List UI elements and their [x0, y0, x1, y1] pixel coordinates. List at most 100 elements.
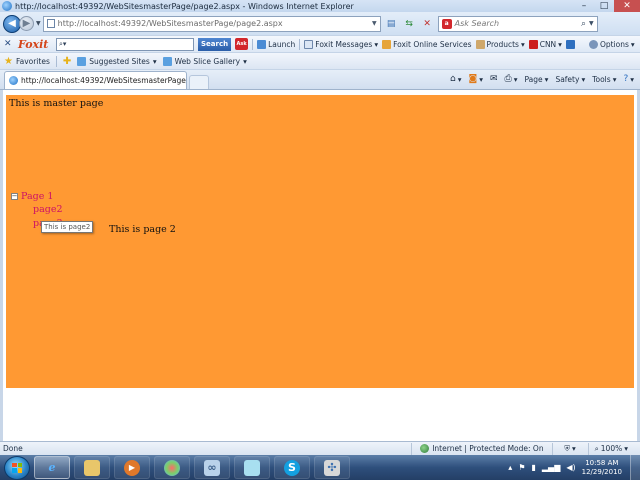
windows-logo-icon — [12, 462, 22, 473]
maximize-button[interactable]: □ — [594, 0, 614, 12]
printer-icon: ⎙ — [504, 74, 512, 84]
web-slice-gallery-link[interactable]: Web Slice Gallery ▾ — [162, 56, 247, 66]
minimize-button[interactable]: – — [574, 0, 594, 12]
tab-page2[interactable]: http://localhost:49392/WebSitesmasterPag… — [4, 71, 187, 89]
battery-icon[interactable]: ▮ — [531, 463, 535, 472]
ie-icon: e — [48, 461, 56, 474]
clock[interactable]: 10:58 AM 12/29/2010 — [582, 459, 622, 477]
start-button[interactable] — [4, 455, 30, 480]
taskbar-network-tool[interactable]: ✣ — [314, 456, 350, 479]
taskbar-media-player[interactable]: ▶ — [114, 456, 150, 479]
address-actions: ▤ ⇆ ✕ — [385, 17, 434, 30]
refresh-icon[interactable]: ⇆ — [403, 17, 416, 30]
compatibility-view-icon[interactable]: ▤ — [385, 17, 398, 30]
help-button[interactable]: ? ▾ — [623, 74, 634, 84]
foxit-search-button[interactable]: Search — [198, 37, 232, 51]
search-icon: ⌕▾ — [59, 39, 67, 48]
foxit-messages-button[interactable]: Foxit Messages ▾ — [304, 39, 378, 49]
zoom-icon: ⌕ — [594, 443, 599, 453]
suggested-sites-link[interactable]: Suggested Sites ▾ — [77, 56, 157, 66]
address-bar: ◀ ▶ ▼ http://localhost:49392/WebSitesmas… — [0, 12, 640, 35]
command-bar: ⌂ ▾ ◙ ▾ ✉ ⎙ ▾ Page ▾ Safety ▾ Tools ▾ ? ▾ — [450, 71, 634, 87]
taskbar-notes[interactable] — [234, 456, 270, 479]
tools-menu[interactable]: Tools ▾ — [592, 75, 616, 84]
tooltip: This is page2 — [41, 221, 94, 233]
skype-icon: S — [284, 459, 300, 476]
home-button[interactable]: ⌂ ▾ — [450, 74, 461, 84]
recent-pages-dropdown[interactable]: ▼ — [36, 20, 41, 27]
launch-button[interactable]: Launch — [257, 39, 295, 49]
page-body-text: This is page 2 — [109, 224, 176, 235]
media-player-icon: ▶ — [124, 459, 140, 476]
add-favorite-icon: ✚ — [62, 55, 72, 67]
zoom-level[interactable]: ⌕ 100% ▾ — [587, 442, 640, 455]
taskbar-skype[interactable]: S — [274, 456, 310, 479]
launch-icon — [257, 39, 267, 49]
read-mail-button[interactable]: ✉ — [490, 74, 498, 84]
help-icon: ? — [623, 74, 629, 84]
window-controls: – □ ✕ — [574, 0, 640, 12]
url-dropdown-icon[interactable]: ▼ — [372, 20, 380, 27]
mail-icon: ✉ — [489, 74, 498, 84]
options-button[interactable]: Options ▾ — [588, 39, 635, 49]
close-button[interactable]: ✕ — [614, 0, 640, 12]
network-icon: ✣ — [324, 459, 340, 476]
new-tab-button[interactable] — [189, 75, 209, 89]
star-icon: ★ — [4, 55, 13, 67]
security-zone[interactable]: Internet | Protected Mode: On — [411, 442, 551, 455]
feeds-button[interactable]: ◙ ▾ — [468, 74, 483, 84]
foxit-logo[interactable]: Foxit — [18, 38, 52, 51]
taskbar-internet-explorer[interactable]: e — [34, 456, 70, 479]
search-icon[interactable]: ⌕ — [581, 19, 586, 29]
show-desktop-button[interactable] — [630, 455, 640, 480]
globe-icon — [420, 444, 430, 453]
url-text[interactable]: http://localhost:49392/WebSitesmasterPag… — [58, 19, 369, 28]
forward-button[interactable]: ▶ — [19, 16, 34, 31]
tree-node-label[interactable]: Page 1 — [21, 191, 53, 202]
cnn-icon — [528, 39, 538, 49]
foxit-search-input[interactable]: ⌕▾ — [56, 37, 194, 51]
more-button[interactable] — [565, 39, 575, 49]
notes-icon — [244, 459, 260, 476]
protected-mode-indicator[interactable]: ⛨ ▾ — [551, 442, 588, 455]
favorites-button[interactable]: ★ Favorites — [4, 56, 50, 67]
print-button[interactable]: ⎙ ▾ — [505, 74, 518, 84]
url-field[interactable]: http://localhost:49392/WebSitesmasterPag… — [42, 15, 381, 32]
search-box[interactable]: a Ask Search ⌕ ▼ — [437, 15, 598, 32]
rss-icon: ◙ — [468, 74, 478, 84]
master-page-panel: This is master page − Page 1 page2 page3… — [6, 95, 634, 388]
safety-menu[interactable]: Safety ▾ — [555, 75, 585, 84]
messages-icon — [304, 39, 314, 49]
favorites-bar: ★ Favorites ✚ Suggested Sites ▾ Web Slice… — [0, 52, 640, 69]
taskbar-windows-explorer[interactable] — [74, 456, 110, 479]
taskbar-paint[interactable] — [154, 456, 190, 479]
home-icon: ⌂ — [450, 74, 456, 84]
tree-node-page1[interactable]: − Page 1 — [11, 191, 53, 202]
products-button[interactable]: Products ▾ — [475, 39, 525, 49]
add-favorite-button[interactable]: ✚ — [63, 56, 71, 67]
network-signal-icon[interactable]: ▂▄▆ — [542, 463, 560, 472]
collapse-toggle-icon[interactable]: − — [11, 193, 18, 200]
search-placeholder[interactable]: Ask Search — [455, 19, 578, 28]
online-services-icon — [382, 39, 392, 49]
search-options-dropdown-icon[interactable]: ▼ — [589, 20, 594, 27]
options-icon — [588, 39, 598, 49]
separator — [55, 55, 57, 67]
ask-icon[interactable]: Ask — [235, 38, 249, 50]
cnn-button[interactable]: CNN ▾ — [528, 39, 562, 49]
show-hidden-icons[interactable]: ▴ — [508, 463, 512, 472]
action-center-icon[interactable]: ⚑ — [518, 463, 525, 472]
taskbar-visual-studio[interactable]: ∞ — [194, 456, 230, 479]
visual-studio-icon: ∞ — [204, 459, 220, 476]
ie-icon — [2, 1, 12, 11]
paint-icon — [164, 459, 180, 476]
foxit-online-services-button[interactable]: Foxit Online Services — [382, 39, 472, 49]
tree-link-page2[interactable]: page2 — [33, 204, 63, 215]
volume-icon[interactable]: ◀) — [566, 463, 575, 472]
foxit-toolbar: ✕ Foxit ⌕▾ Search Ask Launch Foxit Messa… — [0, 35, 640, 52]
page-menu[interactable]: Page ▾ — [525, 75, 549, 84]
title-bar: http://localhost:49392/WebSitesmasterPag… — [0, 0, 640, 12]
stop-icon[interactable]: ✕ — [421, 17, 434, 30]
products-icon — [475, 39, 485, 49]
toolbar-close-icon[interactable]: ✕ — [4, 39, 14, 49]
